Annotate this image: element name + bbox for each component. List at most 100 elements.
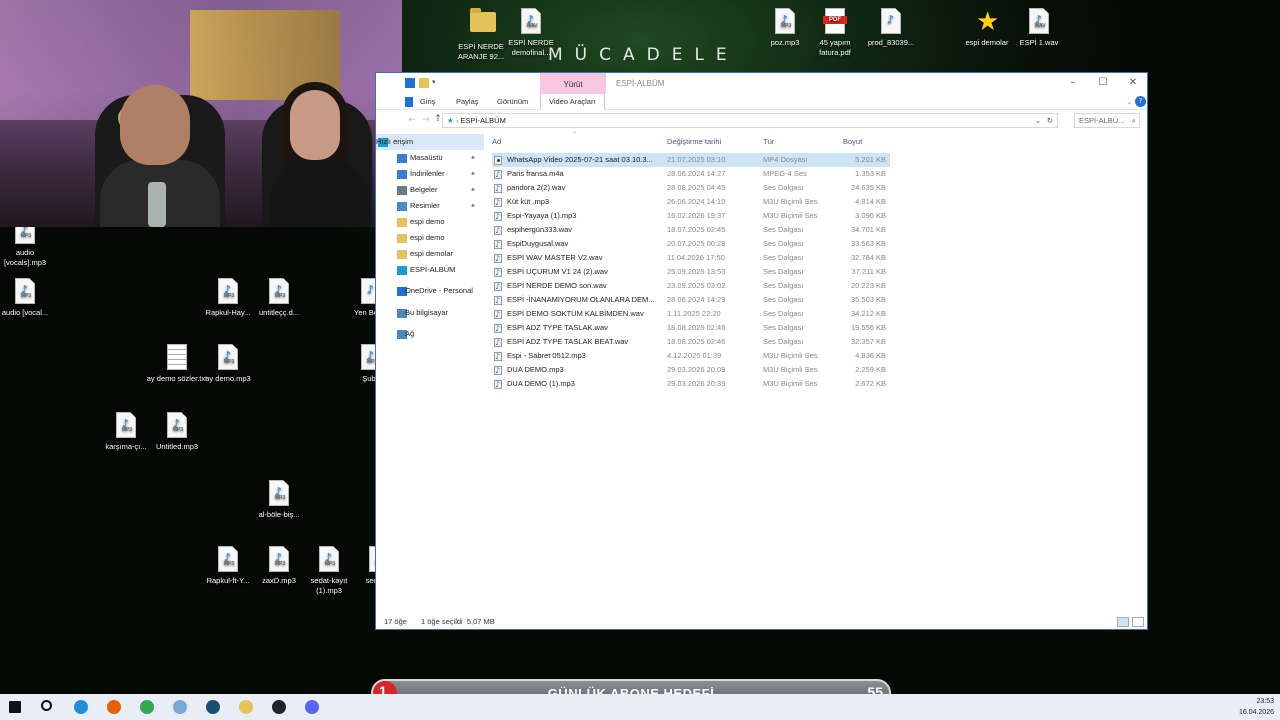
desktop-icon[interactable]: ♪ MP3 untitleçç.d... [248,278,310,318]
details-view-icon[interactable] [1117,617,1129,627]
file-date: 4.12.2025 01:39 [667,351,722,360]
file-row[interactable]: DUA DEMO (1).mp3 29.03.2026 20:39 M3U Biçi… [492,377,890,392]
desktop-icon[interactable]: ♪ MP3 al-böle-biş... [248,480,310,520]
file-name: WhatsApp Video 2025-07-21 saat 03.10.3..… [507,155,653,164]
nav-item[interactable]: İndirilenler ✦ [376,166,484,182]
column-header-name[interactable]: Ad [492,135,501,149]
taskbar-button[interactable] [235,697,257,717]
star-folder-file-icon: ★ [976,7,1000,37]
nav-item[interactable]: Belgeler ✦ [376,182,484,198]
file-row[interactable]: ESPİ -İNANAMIYORUM OLANLARA DEM... 28.06.… [492,293,890,308]
column-header-date[interactable]: Değiştirme tarihi [667,135,721,149]
nav-item[interactable]: espi demo [376,230,484,246]
nav-item[interactable]: espi demo [376,214,484,230]
file-row[interactable]: Espi-Yayaya (1).mp3 16.02.2026 19:37 M3U B… [492,209,890,224]
music-note-icon: ♪ [367,283,375,296]
desktop-icon[interactable]: ♪ MP3 ay demo.mp3 [197,344,259,384]
taskbar-button[interactable] [202,697,224,717]
taskbar-button[interactable] [4,697,26,717]
nav-item[interactable]: Masaüstü ✦ [376,150,484,166]
desktop-icon[interactable]: ♪ MP3 audio [vocal... [0,278,56,318]
ribbon-expand-icon[interactable]: ⌄ [1123,96,1135,108]
file-size: 34.701 KB [850,225,886,234]
doc-file-icon: ♪ [880,8,902,36]
system-clock[interactable]: 23:53 16.04.2026 [1239,696,1274,718]
discord-icon [305,700,319,714]
desktop-icon [397,154,407,163]
nav-item[interactable]: Hızlı erişim [376,134,484,150]
nav-item[interactable]: OneDrive - Personal [376,283,484,299]
taskbar-button[interactable] [70,697,92,717]
taskbar-button[interactable] [268,697,290,717]
file-name: ESPİ NERDE DEMO son.wav [507,281,607,290]
nav-item[interactable]: Bu bilgisayar [376,305,484,321]
nav-item[interactable]: Ağ [376,326,484,342]
file-row[interactable]: WhatsApp Video 2025-07-21 saat 03.10.3..… [492,153,890,167]
column-header-size[interactable]: Boyut [843,135,862,149]
address-dropdown-icon[interactable]: ⌄ [1035,114,1041,127]
column-header-type[interactable]: Tür [763,135,774,149]
audio-document-icon: ♪MP3 [319,546,339,572]
tab-video-tools[interactable]: Video Araçları [540,94,605,110]
file-row[interactable]: ESPİ ADZ TYPE TASLAK.wav 18.08.2025 02:46… [492,321,890,336]
refresh-icon[interactable]: ↻ [1047,114,1053,127]
desktop-icon[interactable]: ♪ MP3 Untitled.mp3 [146,412,208,452]
minimize-button[interactable]: – [1058,75,1088,91]
audio-file-icon [494,378,502,392]
file-row[interactable]: ESPİ DEMO SOKTUM KALBİMDEN.wav 1.11.2025 … [492,307,890,322]
title-bar[interactable]: ▾ Yürüt ESPİ-ALBÜM – ☐ ✕ [376,73,1147,94]
nav-item[interactable]: espi demolar [376,246,484,262]
mp3-file-icon: ♪MP3 [217,278,239,306]
webcam-bottle [148,182,166,227]
file-name: ESPİ -İNANAMIYORUM OLANLARA DEM... [507,295,655,304]
file-type-tag: MP3 [274,293,286,299]
file-row[interactable]: ESPİ UÇURUM V1 24 (2).wav 25.09.2025 13:5… [492,265,890,280]
file-row[interactable]: EspiDuygusal.wav 20.07.2025 00:28 Ses Dalg… [492,237,890,252]
help-icon[interactable]: ? [1135,96,1146,107]
file-type-tag: MP3 [274,561,286,567]
desktop-icon[interactable]: PDF 45 yapım fatura.pdf [804,8,866,58]
folder-quick-icon[interactable] [419,78,429,88]
star-icon: ★ [976,7,1000,37]
search-input[interactable]: ESPİ-ALBÜ... ⌕ [1074,113,1140,128]
search-icon[interactable]: ⌕ [1132,114,1136,127]
file-row[interactable]: Paris fransa.m4a 28.06.2024 14:27 MPEG-4 S… [492,167,890,182]
maximize-button[interactable]: ☐ [1088,75,1118,91]
desktop-icon[interactable]: ♪ WAV ESPİ NERDE demofinal... [500,8,562,58]
file-row[interactable]: ESPİ ADZ TYPE TASLAK BEAT.wav 18.08.2025 … [492,335,890,350]
taskbar-button[interactable] [301,697,323,717]
close-button[interactable]: ✕ [1118,75,1148,91]
tab-home[interactable]: Giriş [412,94,443,110]
taskbar-button[interactable] [169,697,191,717]
taskbar-button[interactable] [37,697,59,717]
file-date: 18.08.2025 02:46 [667,323,726,332]
file-type: Ses Dalgası [763,253,804,262]
tab-view[interactable]: Görünüm [489,94,536,110]
back-icon[interactable]: ← [406,114,418,126]
file-row[interactable]: pandora 2(2).wav 28.08.2025 04:45 Ses Dalg… [492,181,890,196]
taskbar-button[interactable] [103,697,125,717]
nav-item-label: Masaüstü [410,153,443,162]
file-name: DUA DEMO (1).mp3 [507,379,575,388]
large-icons-view-icon[interactable] [1132,617,1144,627]
nav-item[interactable]: Resimler ✦ [376,198,484,214]
audio-document-icon: ♪ [881,8,901,34]
mp3-file-icon: ♪MP3 [166,412,188,440]
file-row[interactable]: Espi - Sabret 0512.mp3 4.12.2025 01:39 M3U… [492,349,890,364]
desktop-icon[interactable]: ♪ prod_83039... [860,8,922,48]
file-explorer-window: ▾ Yürüt ESPİ-ALBÜM – ☐ ✕ Giriş Paylaş Gö… [375,72,1148,630]
file-row[interactable]: ESPİ NERDE DEMO son.wav 23.09.2025 03:02 S… [492,279,890,294]
desktop-icon[interactable]: ♪ WAV ESPİ 1.wav [1008,8,1070,48]
nav-item[interactable]: ESPİ-ALBÜM [376,262,484,278]
file-row[interactable]: DUA DEMO.mp3 29.03.2026 20:09 M3U Biçimli … [492,363,890,378]
file-row[interactable]: ESPİ WAV MASTER V2.wav 11.04.2026 17:50 Se… [492,251,890,266]
file-row[interactable]: espihergün333.wav 18.07.2025 02:45 Ses Dal… [492,223,890,238]
address-bar[interactable]: ★ › ESPİ-ALBÜM ⌄ ↻ [442,113,1058,128]
customize-dropdown-icon[interactable]: ▾ [432,78,442,88]
taskbar-button[interactable] [136,697,158,717]
file-size: 32.357 KB [850,337,886,346]
file-row[interactable]: Küt küt .mp3 26.06.2024 14:10 M3U Biçimli … [492,195,890,210]
tab-share[interactable]: Paylaş [448,94,487,110]
sort-indicator-icon: ⌃ [572,132,578,138]
context-tab-play[interactable]: Yürüt [540,73,606,94]
